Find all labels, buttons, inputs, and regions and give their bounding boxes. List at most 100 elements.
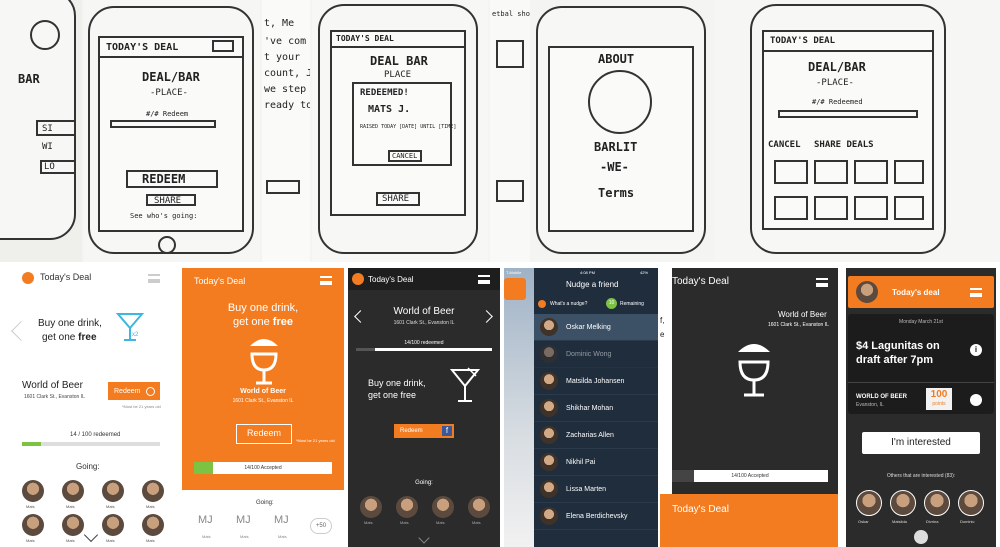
m1-progress-fill — [22, 442, 42, 446]
sketch-1-wi: WI — [42, 142, 53, 152]
avatar[interactable] — [958, 490, 984, 516]
avatar[interactable] — [142, 514, 164, 536]
avatar[interactable] — [102, 480, 124, 502]
avatar[interactable] — [62, 480, 84, 502]
friend-row[interactable]: Shikhar Mohan — [534, 395, 658, 422]
chevron-down-icon[interactable] — [83, 527, 99, 543]
person-name: Mats — [278, 534, 287, 539]
m3-going: Going: — [415, 480, 433, 486]
mockup-5: f, e Today's Deal World of Beer 1601 Cla… — [660, 268, 838, 547]
avatar[interactable] — [432, 496, 454, 518]
menu-icon[interactable] — [320, 276, 332, 285]
friend-row[interactable]: Dominic Wong — [534, 341, 658, 368]
m1-progress-track — [22, 442, 160, 446]
avatar — [540, 318, 558, 336]
menu-icon[interactable] — [816, 278, 828, 287]
avatar[interactable] — [856, 281, 878, 303]
avatar[interactable] — [396, 496, 418, 518]
m6-interested-button[interactable]: I'm interested — [862, 432, 980, 454]
m5-progress-text: 14/100 Accepted — [731, 473, 769, 479]
sketch-2: TODAY'S DEAL DEAL/BAR -PLACE- #/# Redeem… — [84, 0, 260, 262]
m4-app-tile — [504, 278, 526, 300]
m5-footer[interactable] — [660, 494, 838, 547]
m6-points-box: 100 points — [926, 388, 952, 410]
m5-peek-1: f, — [660, 316, 665, 325]
menu-icon[interactable] — [478, 275, 490, 284]
avatar — [540, 480, 558, 498]
avatar[interactable] — [102, 514, 124, 536]
sketch-1-lo: LO — [44, 162, 55, 172]
m6-points-label: points — [932, 401, 946, 407]
sketch-6: ABOUT BARLIT -WE- Terms — [532, 0, 710, 262]
m6-title: Today's deal — [892, 288, 940, 297]
person-name: Mats — [146, 504, 155, 509]
friend-row[interactable]: Nikhil Pai — [534, 449, 658, 476]
m1-redeem-button[interactable]: Redeem — [108, 382, 160, 400]
m3-address: 1601 Clark St., Evanston IL — [393, 320, 455, 326]
person-name: Mats — [202, 534, 211, 539]
m2-progress-text: 14/100 Accepted — [244, 465, 282, 471]
chevron-down-icon[interactable] — [418, 532, 430, 544]
m2-progress-track: 14/100 Accepted — [194, 462, 332, 474]
person-initials: MJ — [198, 514, 213, 526]
friend-row[interactable]: Oskar Melking — [534, 314, 658, 341]
m3-redeem-button[interactable]: Redeem f — [394, 424, 454, 438]
m2-offer-bold: free — [272, 316, 293, 328]
m4-whats[interactable]: What's a nudge? — [550, 301, 587, 307]
prev-arrow-icon[interactable] — [11, 321, 31, 341]
m1-going: Going: — [76, 462, 100, 471]
friend-row[interactable]: Elena Berdichevsky — [534, 503, 658, 530]
friend-row[interactable]: Zacharias Allen — [534, 422, 658, 449]
person-name: Mats — [146, 538, 155, 543]
avatar[interactable] — [924, 490, 950, 516]
person-name: Mats — [240, 534, 249, 539]
sketch-7-deal: DEAL/BAR — [808, 60, 866, 74]
sketch-4-place: PLACE — [384, 70, 412, 80]
avatar[interactable] — [22, 514, 44, 536]
sketch-5-tab: etbal shot — [492, 10, 530, 18]
m2-address: 1601 Clark St., Evanston IL — [232, 398, 294, 404]
menu-icon[interactable] — [148, 274, 160, 283]
m2-redeem-button[interactable]: Redeem — [236, 424, 292, 444]
friend-name: Oskar Melking — [566, 323, 611, 331]
m4-carrier: T-Mobile — [506, 270, 522, 275]
friend-name: Nikhil Pai — [566, 458, 596, 466]
avatar[interactable] — [856, 490, 882, 516]
m3-progress-track — [356, 348, 492, 351]
chevron-down-icon[interactable] — [914, 530, 928, 544]
avatar[interactable] — [22, 480, 44, 502]
friend-row[interactable]: Lissa Marten — [534, 476, 658, 503]
question-icon[interactable] — [538, 300, 546, 308]
m3-redeem-label: Redeem — [400, 428, 423, 434]
m6-interested-label: I'm interested — [891, 437, 951, 448]
sketch-1-sign: SI — [42, 124, 53, 134]
m1-multiplier: x2 — [132, 332, 139, 338]
more-people-badge[interactable]: +50 — [310, 518, 332, 534]
person-name: Mats — [106, 538, 115, 543]
sketch-2-whos-going: See who's going: — [130, 212, 198, 220]
avatar[interactable] — [142, 480, 164, 502]
avatar[interactable] — [890, 490, 916, 516]
friend-name: Shikhar Mohan — [566, 404, 614, 412]
menu-icon[interactable] — [970, 288, 982, 297]
friend-row[interactable]: Matsilda Johansen — [534, 368, 658, 395]
facebook-icon[interactable]: f — [442, 426, 452, 436]
info-icon[interactable]: i — [970, 344, 982, 356]
sketch-3-line-6: ready to — [264, 100, 310, 111]
m5-address: 1601 Clark St., Evanston IL — [768, 322, 829, 328]
avatar[interactable] — [62, 514, 84, 536]
avatar[interactable] — [360, 496, 382, 518]
m4-battery: 42% — [640, 270, 649, 275]
friend-name: Elena Berdichevsky — [566, 512, 628, 520]
avatar[interactable] — [468, 496, 490, 518]
m3-bar: World of Beer — [393, 306, 455, 317]
logo-icon — [22, 272, 34, 284]
sketch-1-brand: BAR — [18, 72, 40, 86]
person-name: Oskar — [858, 519, 869, 524]
sketch-4-deal: DEAL BAR — [370, 54, 428, 68]
m6-deal-line1: $4 Lagunitas on — [856, 340, 940, 352]
sketch-6-about: ABOUT — [598, 52, 635, 66]
location-icon[interactable] — [970, 394, 982, 406]
sketch-4-cancel: CANCEL — [392, 152, 418, 160]
martini-icon — [450, 367, 480, 402]
